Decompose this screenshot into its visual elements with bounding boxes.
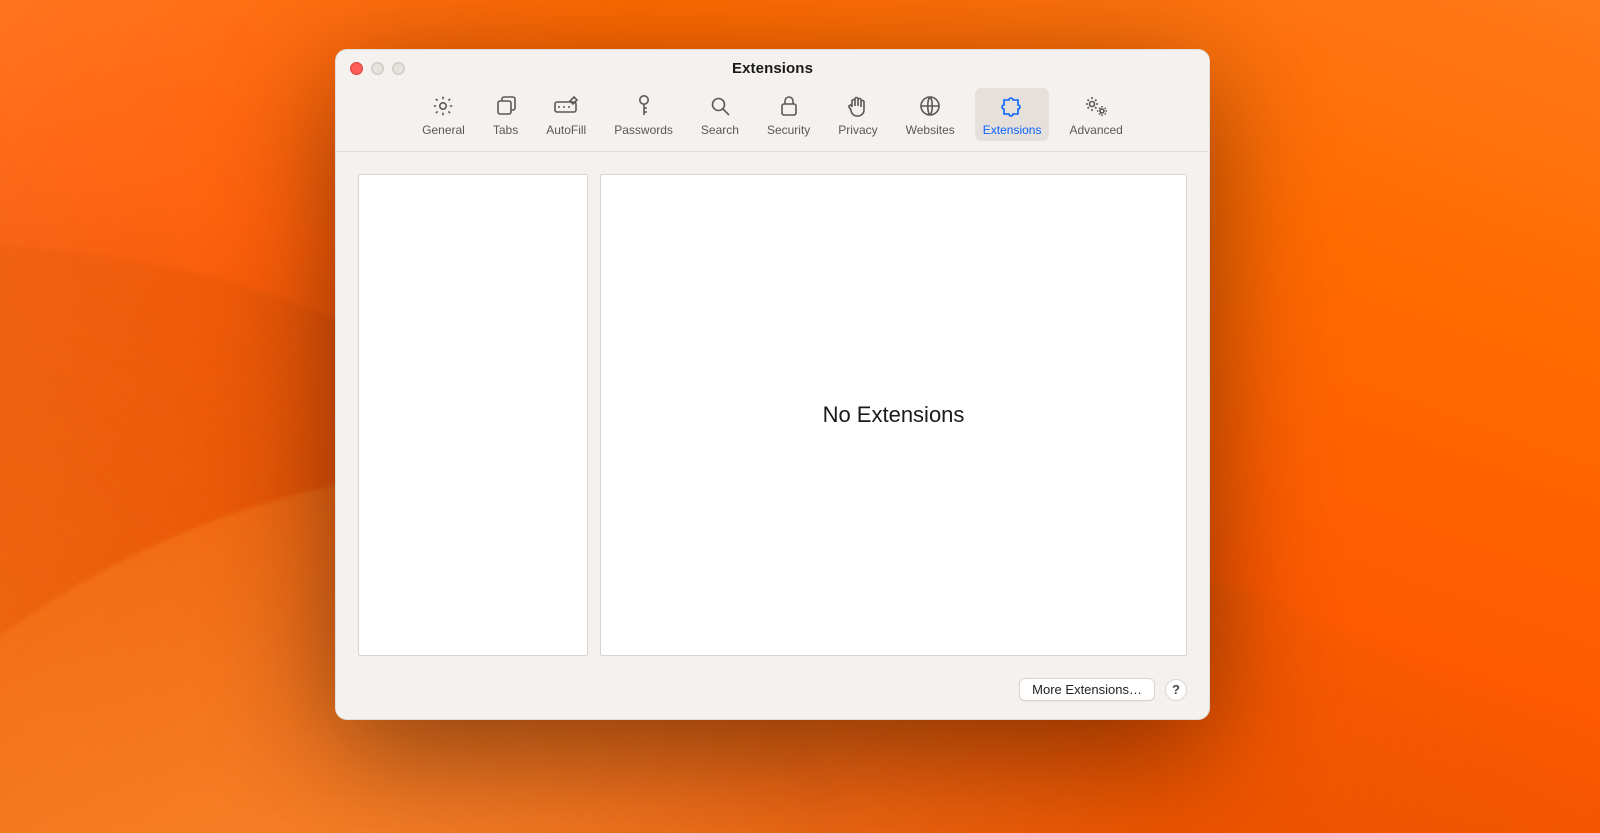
empty-state-text: No Extensions — [823, 402, 965, 428]
tab-search[interactable]: Search — [693, 88, 747, 141]
tab-label: Advanced — [1069, 123, 1122, 137]
tab-privacy[interactable]: Privacy — [830, 88, 885, 141]
tabs-icon — [494, 93, 518, 119]
tab-advanced[interactable]: Advanced — [1061, 88, 1130, 141]
tab-label: AutoFill — [546, 123, 586, 137]
titlebar: Extensions — [336, 50, 1209, 86]
tab-autofill[interactable]: AutoFill — [538, 88, 594, 141]
lock-icon — [778, 93, 800, 119]
preferences-toolbar: General Tabs AutoFill Passwords — [336, 86, 1209, 152]
extensions-list[interactable] — [358, 174, 588, 656]
tab-label: Security — [767, 123, 810, 137]
content-area: No Extensions — [336, 152, 1209, 678]
puzzle-icon — [999, 93, 1025, 119]
close-button[interactable] — [350, 62, 363, 75]
tab-label: Tabs — [493, 123, 518, 137]
tab-security[interactable]: Security — [759, 88, 818, 141]
window-controls — [350, 62, 405, 75]
tab-label: General — [422, 123, 465, 137]
gear-icon — [431, 93, 455, 119]
tab-label: Websites — [906, 123, 955, 137]
magnifier-icon — [708, 93, 732, 119]
minimize-button[interactable] — [371, 62, 384, 75]
window-title: Extensions — [732, 60, 813, 77]
tab-websites[interactable]: Websites — [898, 88, 963, 141]
tab-extensions[interactable]: Extensions — [975, 88, 1050, 141]
help-button[interactable]: ? — [1165, 679, 1187, 701]
hand-icon — [846, 93, 870, 119]
tab-general[interactable]: General — [414, 88, 473, 141]
tab-tabs[interactable]: Tabs — [485, 88, 526, 141]
footer-bar: More Extensions… ? — [336, 678, 1209, 719]
extension-detail-panel: No Extensions — [600, 174, 1187, 656]
pencil-form-icon — [552, 93, 580, 119]
key-icon — [633, 93, 655, 119]
tab-label: Privacy — [838, 123, 877, 137]
tab-label: Search — [701, 123, 739, 137]
preferences-window: Extensions General Tabs AutoFill — [335, 49, 1210, 720]
more-extensions-button[interactable]: More Extensions… — [1019, 678, 1155, 701]
zoom-button[interactable] — [392, 62, 405, 75]
gears-icon — [1082, 93, 1110, 119]
globe-icon — [918, 93, 942, 119]
tab-label: Passwords — [614, 123, 673, 137]
tab-passwords[interactable]: Passwords — [606, 88, 681, 141]
tab-label: Extensions — [983, 123, 1042, 137]
